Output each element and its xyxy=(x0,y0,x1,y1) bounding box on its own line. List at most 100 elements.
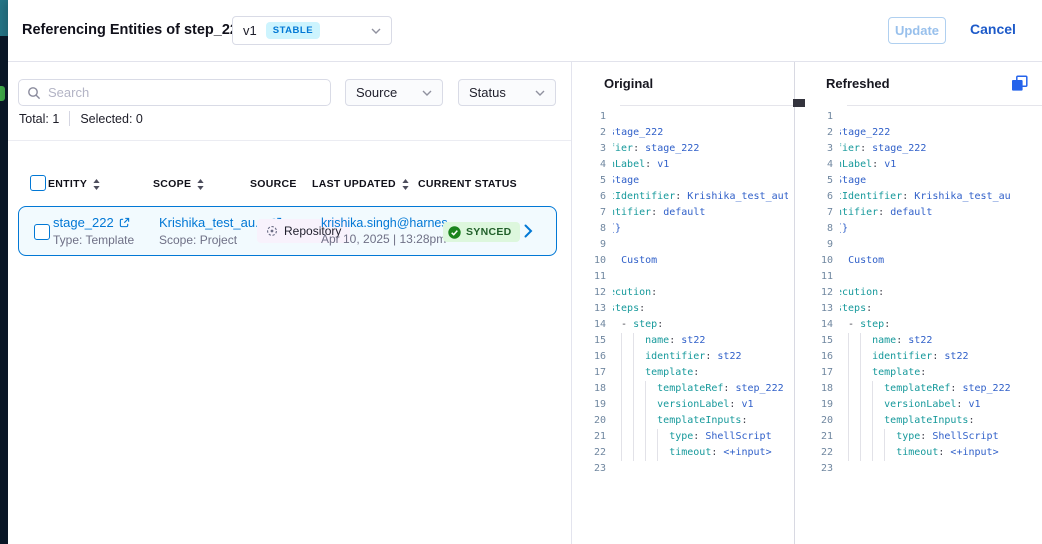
section-divider xyxy=(8,140,571,141)
source-filter-label: Source xyxy=(356,85,397,100)
sidebar-icon-sliver xyxy=(0,86,5,101)
code-line: 1template: xyxy=(808,109,1042,125)
code-line: 2 name: stage_222 xyxy=(581,125,794,141)
code-line: 21 type: ShellScript xyxy=(808,429,1042,445)
refreshed-title: Refreshed xyxy=(826,76,890,91)
status-badge: SYNCED xyxy=(443,222,520,242)
code-line: 2 name: stage_222 xyxy=(808,125,1042,141)
code-line: 20 templateInputs: xyxy=(808,413,1042,429)
entity-cell: stage_222 Type: Template xyxy=(53,215,134,247)
row-checkbox[interactable] xyxy=(34,224,50,240)
original-title: Original xyxy=(604,76,653,91)
scope-name-link[interactable]: Krishika_test_au... xyxy=(159,215,266,230)
source-filter-dropdown[interactable]: Source xyxy=(345,79,443,106)
table-row[interactable]: stage_222 Type: Template Krishika_test_a… xyxy=(18,206,557,256)
code-line: 14 - step: xyxy=(808,317,1042,333)
sort-icon[interactable] xyxy=(197,179,204,190)
code-line: 1template: xyxy=(581,109,794,125)
version-value: v1 xyxy=(243,23,257,38)
updated-by-link[interactable]: krishika.singh@harnes... xyxy=(321,216,458,230)
code-line: 23 xyxy=(808,461,1042,477)
column-header-entity: ENTITY xyxy=(48,178,87,190)
last-updated-cell: krishika.singh@harnes... Apr 10, 2025 | … xyxy=(321,216,458,246)
check-circle-icon xyxy=(448,226,461,239)
summary-divider xyxy=(69,111,70,126)
status-filter-label: Status xyxy=(469,85,506,100)
code-line: 9 spec: xyxy=(581,237,794,253)
code-line: 4 versionLabel: v1 xyxy=(581,157,794,173)
code-line: 9 spec: xyxy=(808,237,1042,253)
code-line: 6 projectIdentifier: Krishika_test_aut xyxy=(808,189,1042,205)
updated-at: Apr 10, 2025 | 13:28pm xyxy=(321,232,458,246)
column-header-current-status: CURRENT STATUS xyxy=(418,178,517,190)
column-header-source: SOURCE xyxy=(250,178,297,190)
modal-header: Referencing Entities of step_222 v1 STAB… xyxy=(8,0,1042,62)
external-link-icon[interactable] xyxy=(119,217,130,228)
code-line: 12 execution: xyxy=(581,285,794,301)
code-line: 10 type: Custom xyxy=(808,253,1042,269)
code-line: 5 type: Stage xyxy=(581,173,794,189)
code-line: 10 type: Custom xyxy=(581,253,794,269)
code-line: 12 execution: xyxy=(808,285,1042,301)
code-line: 8 tags: {} xyxy=(808,221,1042,237)
entities-panel: Source Status Total: 1 Selected: 0 ENTIT… xyxy=(8,62,572,544)
sort-icon[interactable] xyxy=(93,179,100,190)
code-line: 20 templateInputs: xyxy=(581,413,794,429)
code-line: 23 xyxy=(581,461,794,477)
select-all-checkbox[interactable] xyxy=(30,175,46,191)
search-input[interactable] xyxy=(48,85,322,100)
code-line: 18 templateRef: step_222 xyxy=(808,381,1042,397)
selected-count: Selected: 0 xyxy=(80,112,143,126)
diff-section: Original 1template:2 name: stage_2223 id… xyxy=(581,62,1042,544)
code-line: 3 identifier: stage_222 xyxy=(808,141,1042,157)
cancel-button[interactable]: Cancel xyxy=(970,21,1016,37)
code-line: 22 timeout: <+input> xyxy=(581,445,794,461)
stable-badge: STABLE xyxy=(266,22,320,39)
code-line: 13 steps: xyxy=(808,301,1042,317)
code-line: 18 templateRef: step_222 xyxy=(581,381,794,397)
code-line: 17 template: xyxy=(581,365,794,381)
code-line: 19 versionLabel: v1 xyxy=(581,397,794,413)
chevron-right-icon[interactable] xyxy=(524,224,533,243)
original-panel-header: Original xyxy=(581,62,794,105)
code-line: 11 spec: xyxy=(808,269,1042,285)
code-line: 4 versionLabel: v1 xyxy=(808,157,1042,173)
original-panel: Original 1template:2 name: stage_2223 id… xyxy=(581,62,795,544)
entity-name-link[interactable]: stage_222 xyxy=(53,215,114,230)
code-line: 22 timeout: <+input> xyxy=(808,445,1042,461)
column-header-last-updated: LAST UPDATED xyxy=(312,178,396,190)
referencing-entities-modal: Referencing Entities of step_222 v1 STAB… xyxy=(8,0,1042,544)
code-line: 11 spec: xyxy=(581,269,794,285)
chevron-down-icon xyxy=(535,90,545,96)
code-line: 13 steps: xyxy=(581,301,794,317)
background-page-edge xyxy=(0,0,8,544)
copy-icon xyxy=(1011,75,1028,92)
search-box xyxy=(18,79,331,106)
code-line: 19 versionLabel: v1 xyxy=(808,397,1042,413)
table-header: ENTITY SCOPE SOURCE LAST UPDATED CURRENT… xyxy=(8,174,571,196)
code-line: 7 orgIdentifier: default xyxy=(808,205,1042,221)
status-label: SYNCED xyxy=(466,226,512,238)
version-select[interactable]: v1 STABLE xyxy=(232,16,392,45)
code-line: 14 - step: xyxy=(581,317,794,333)
refreshed-panel-header: Refreshed xyxy=(808,62,1042,105)
editor-scrollbar-corner xyxy=(793,99,805,107)
code-line: 17 template: xyxy=(808,365,1042,381)
copy-button[interactable] xyxy=(1011,75,1028,92)
sort-icon[interactable] xyxy=(402,179,409,190)
code-line: 15 name: st22 xyxy=(808,333,1042,349)
code-line: 6 projectIdentifier: Krishika_test_aut xyxy=(581,189,794,205)
update-button[interactable]: Update xyxy=(888,17,946,44)
column-header-scope: SCOPE xyxy=(153,178,191,190)
code-line: 8 tags: {} xyxy=(581,221,794,237)
status-filter-dropdown[interactable]: Status xyxy=(458,79,556,106)
original-code-editor[interactable]: 1template:2 name: stage_2223 identifier:… xyxy=(581,105,794,544)
status-cell: SYNCED xyxy=(443,222,520,244)
entity-type: Type: Template xyxy=(53,233,134,247)
code-line: 15 name: st22 xyxy=(581,333,794,349)
chevron-down-icon xyxy=(422,90,432,96)
sidebar-edge-header xyxy=(0,0,8,36)
refreshed-code-editor[interactable]: 1template:2 name: stage_2223 identifier:… xyxy=(808,105,1042,544)
search-icon xyxy=(27,86,41,100)
refreshed-panel: Refreshed 1template:2 name: stage_2223 i… xyxy=(808,62,1042,544)
